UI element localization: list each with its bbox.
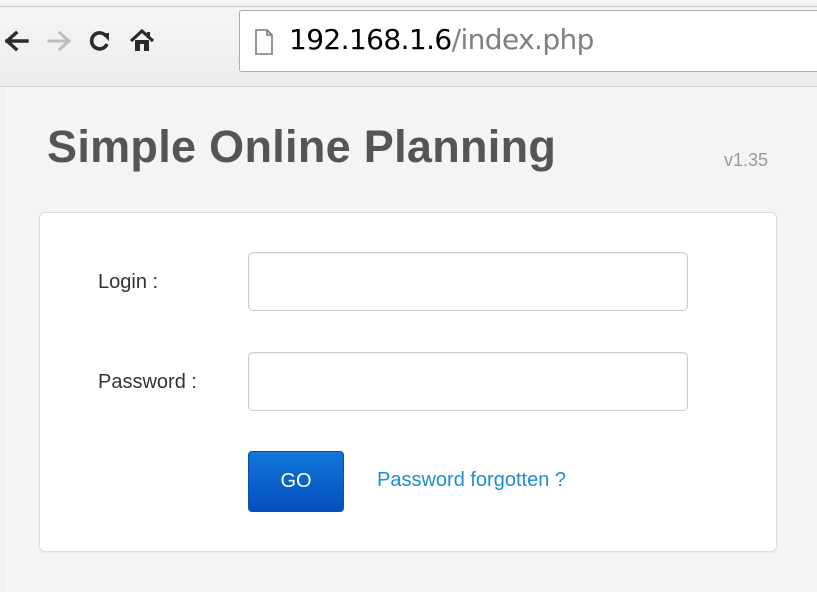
browser-toolbar: 192.168.1.6/index.php xyxy=(0,0,817,87)
login-label: Login : xyxy=(98,271,159,293)
url-host: 192.168.1.6 xyxy=(289,23,452,56)
reload-button[interactable] xyxy=(85,22,115,60)
arrow-left-icon xyxy=(5,30,29,52)
url-text: 192.168.1.6/index.php xyxy=(289,23,594,57)
reload-icon xyxy=(89,31,109,51)
forward-button[interactable] xyxy=(44,22,74,60)
toolbar-top-edge xyxy=(0,0,817,7)
password-forgotten-link[interactable]: Password forgotten ? xyxy=(377,469,566,492)
home-icon xyxy=(129,29,155,51)
go-button[interactable]: GO xyxy=(248,451,344,512)
login-input[interactable] xyxy=(248,252,688,311)
home-button[interactable] xyxy=(127,22,157,60)
page-title: Simple Online Planning xyxy=(47,121,557,172)
url-path: /index.php xyxy=(451,23,595,56)
password-input[interactable] xyxy=(248,352,688,411)
back-button[interactable] xyxy=(2,22,32,60)
arrow-right-icon xyxy=(47,30,71,52)
password-label: Password : xyxy=(98,371,197,393)
page-icon xyxy=(255,29,273,55)
version-label: v1.35 xyxy=(724,150,769,170)
address-bar[interactable]: 192.168.1.6/index.php xyxy=(239,10,817,72)
